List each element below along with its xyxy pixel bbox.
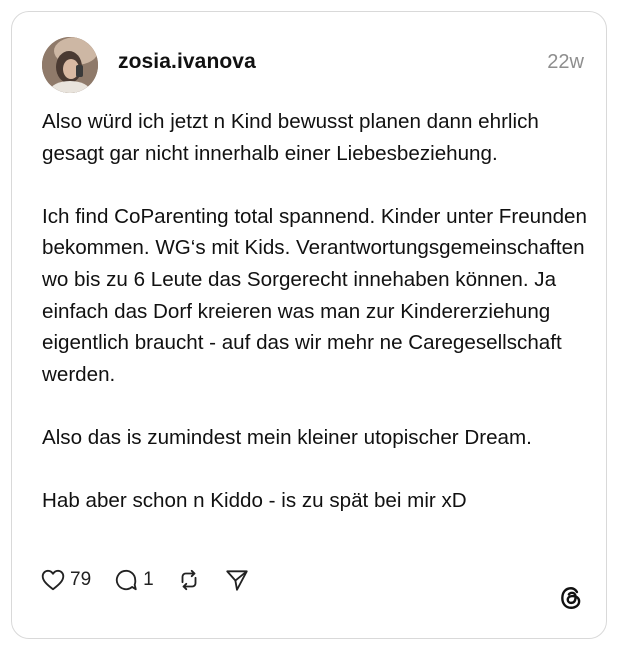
repost-icon bbox=[176, 567, 202, 593]
share-button[interactable] bbox=[224, 567, 250, 593]
post-paragraph: Hab aber schon n Kiddo - is zu spät bei … bbox=[42, 489, 467, 513]
action-bar: 79 1 bbox=[40, 565, 272, 595]
post-paragraph: Ich find CoParenting total spannend. Kin… bbox=[42, 204, 587, 386]
avatar[interactable] bbox=[42, 37, 98, 93]
username[interactable]: zosia.ivanova bbox=[118, 50, 256, 74]
like-button[interactable]: 79 bbox=[40, 567, 91, 593]
reply-button[interactable]: 1 bbox=[113, 567, 154, 593]
reply-count: 1 bbox=[143, 569, 154, 590]
post-paragraph: Also das is zumindest mein kleiner utopi… bbox=[42, 425, 532, 449]
repost-button[interactable] bbox=[176, 567, 202, 593]
comment-icon bbox=[113, 567, 139, 593]
heart-icon bbox=[40, 567, 66, 593]
avatar-image bbox=[42, 37, 98, 93]
like-count: 79 bbox=[70, 569, 92, 590]
post-paragraph: Also würd ich jetzt n Kind bewusst plane… bbox=[42, 110, 539, 165]
threads-logo-icon[interactable] bbox=[558, 585, 584, 611]
send-icon bbox=[224, 567, 250, 593]
post-card: zosia.ivanova 22w Also würd ich jetzt n … bbox=[11, 11, 607, 639]
post-timestamp[interactable]: 22w bbox=[547, 51, 584, 74]
post-body: Also würd ich jetzt n Kind bewusst plane… bbox=[42, 106, 597, 517]
